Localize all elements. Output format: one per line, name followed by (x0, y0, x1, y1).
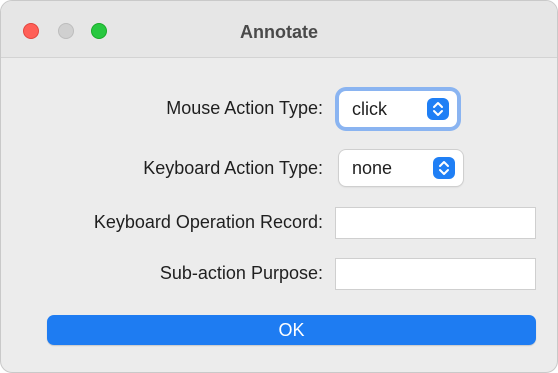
chevron-up-down-icon (433, 157, 455, 179)
ok-button[interactable]: OK (47, 315, 536, 345)
annotate-window: Annotate Mouse Action Type: click Keyboa… (0, 0, 558, 373)
keyboard-action-type-select[interactable]: none (339, 150, 463, 186)
mouse-action-type-select[interactable]: click (339, 91, 457, 127)
keyboard-action-type-label: Keyboard Action Type: (143, 158, 323, 178)
mouse-action-type-label: Mouse Action Type: (166, 98, 323, 118)
keyboard-operation-record-input[interactable] (335, 207, 536, 239)
keyboard-operation-record-label: Keyboard Operation Record: (93, 212, 323, 232)
mouse-action-type-value: click (352, 99, 387, 119)
window-title: Annotate (240, 22, 318, 42)
chevron-up-down-icon (427, 98, 449, 120)
keyboard-action-type-value: none (352, 158, 393, 178)
sub-action-purpose-input[interactable] (335, 258, 536, 290)
sub-action-purpose-label: Sub-action Purpose: (159, 263, 323, 283)
title-bar[interactable]: Annotate (1, 1, 557, 58)
